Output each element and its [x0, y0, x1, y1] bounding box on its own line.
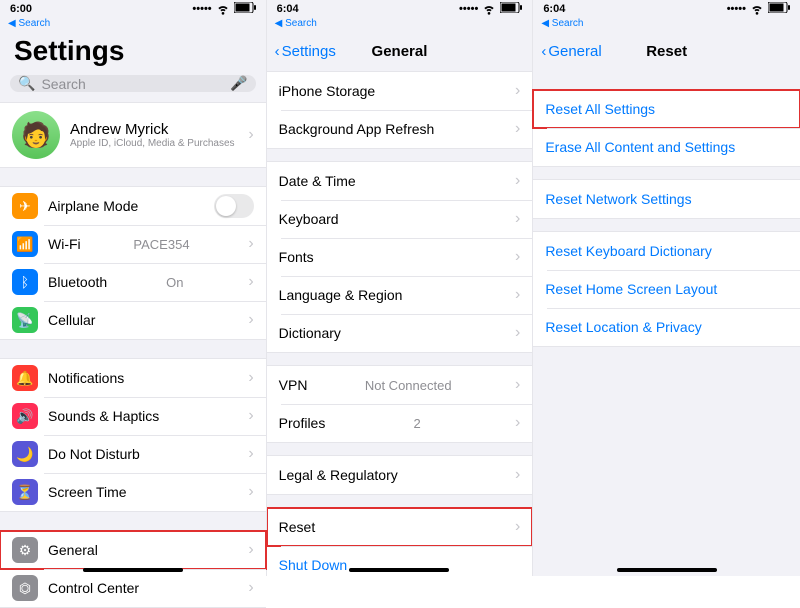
dnd-icon: 🌙	[12, 441, 38, 467]
date-time-row[interactable]: Date & Time›	[267, 162, 533, 200]
chevron-right-icon: ›	[509, 210, 520, 228]
nav-title: Reset	[533, 43, 800, 60]
nav-bar: ‹Settings General	[267, 31, 533, 71]
page-title: Settings	[0, 31, 266, 75]
cellular-row[interactable]: 📡 Cellular ›	[0, 301, 266, 339]
bluetooth-row[interactable]: ᛒ Bluetooth On ›	[0, 263, 266, 301]
signal-icon: •••••	[727, 3, 746, 15]
sounds-row[interactable]: 🔊 Sounds & Haptics ›	[0, 397, 266, 435]
chevron-right-icon: ›	[242, 407, 253, 425]
chevron-right-icon: ›	[509, 82, 520, 100]
battery-icon	[500, 2, 522, 16]
home-indicator[interactable]	[349, 568, 449, 572]
battery-icon	[234, 2, 256, 16]
general-screen: 6:04 ••••• ◀ Search ‹Settings General iP…	[267, 0, 534, 576]
chevron-right-icon: ›	[509, 324, 520, 342]
bluetooth-icon: ᛒ	[12, 269, 38, 295]
notifications-group: 🔔 Notifications › 🔊 Sounds & Haptics › 🌙…	[0, 358, 266, 512]
connectivity-group: ✈ Airplane Mode 📶 Wi-Fi PACE354 › ᛒ Blue…	[0, 186, 266, 340]
profile-sub: Apple ID, iCloud, Media & Purchases	[70, 138, 235, 149]
home-indicator[interactable]	[83, 568, 183, 572]
status-bar: 6:04 •••••	[533, 0, 800, 18]
sounds-icon: 🔊	[12, 403, 38, 429]
nav-title: General	[267, 43, 533, 60]
chevron-right-icon: ›	[509, 466, 520, 484]
background-refresh-row[interactable]: Background App Refresh›	[267, 110, 533, 148]
control-center-icon: ⏣	[12, 575, 38, 601]
profile-group: 🧑 Andrew Myrick Apple ID, iCloud, Media …	[0, 102, 266, 168]
battery-icon	[768, 2, 790, 16]
gear-icon: ⚙	[12, 537, 38, 563]
language-region-row[interactable]: Language & Region›	[267, 276, 533, 314]
dnd-row[interactable]: 🌙 Do Not Disturb ›	[0, 435, 266, 473]
breadcrumb[interactable]: ◀ Search	[267, 18, 533, 31]
chevron-right-icon: ›	[509, 120, 520, 138]
reset-row[interactable]: Reset›	[267, 508, 533, 546]
search-icon: 🔍	[18, 75, 35, 92]
profile-name: Andrew Myrick	[70, 121, 235, 138]
notifications-icon: 🔔	[12, 365, 38, 391]
chevron-right-icon: ›	[509, 518, 520, 536]
cellular-icon: 📡	[12, 307, 38, 333]
avatar: 🧑	[12, 111, 60, 159]
search-input[interactable]: 🔍 Search 🎤	[10, 75, 256, 92]
screentime-icon: ⏳	[12, 479, 38, 505]
control-center-row[interactable]: ⏣ Control Center ›	[0, 569, 266, 607]
profiles-row[interactable]: Profiles2›	[267, 404, 533, 442]
settings-root-screen: 6:00 ••••• ◀ Search Settings 🔍 Search 🎤 …	[0, 0, 267, 576]
iphone-storage-row[interactable]: iPhone Storage›	[267, 72, 533, 110]
breadcrumb[interactable]: ◀ Search	[0, 18, 266, 31]
airplane-toggle[interactable]	[214, 194, 254, 218]
fonts-row[interactable]: Fonts›	[267, 238, 533, 276]
signal-icon: •••••	[459, 3, 478, 15]
wifi-icon	[481, 0, 497, 19]
wifi-icon	[215, 0, 231, 19]
status-bar: 6:00 •••••	[0, 0, 266, 18]
chevron-right-icon: ›	[509, 172, 520, 190]
mic-icon[interactable]: 🎤	[230, 75, 247, 92]
home-indicator[interactable]	[617, 568, 717, 572]
reset-home-row[interactable]: Reset Home Screen Layout	[533, 270, 800, 308]
apple-id-row[interactable]: 🧑 Andrew Myrick Apple ID, iCloud, Media …	[0, 103, 266, 167]
nav-bar: ‹General Reset	[533, 31, 800, 71]
chevron-right-icon: ›	[509, 414, 520, 432]
chevron-right-icon: ›	[242, 445, 253, 463]
status-time: 6:04	[543, 3, 565, 15]
dictionary-row[interactable]: Dictionary›	[267, 314, 533, 352]
screentime-row[interactable]: ⏳ Screen Time ›	[0, 473, 266, 511]
signal-icon: •••••	[192, 3, 211, 15]
wifi-row[interactable]: 📶 Wi-Fi PACE354 ›	[0, 225, 266, 263]
legal-row[interactable]: Legal & Regulatory›	[267, 456, 533, 494]
status-time: 6:00	[10, 3, 32, 15]
status-time: 6:04	[277, 3, 299, 15]
general-row[interactable]: ⚙ General ›	[0, 531, 266, 569]
chevron-right-icon: ›	[242, 311, 253, 329]
wifi-icon	[749, 0, 765, 19]
vpn-row[interactable]: VPNNot Connected›	[267, 366, 533, 404]
reset-keyboard-row[interactable]: Reset Keyboard Dictionary	[533, 232, 800, 270]
chevron-right-icon: ›	[509, 376, 520, 394]
erase-all-row[interactable]: Erase All Content and Settings	[533, 128, 800, 166]
airplane-mode-row[interactable]: ✈ Airplane Mode	[0, 187, 266, 225]
reset-screen: 6:04 ••••• ◀ Search ‹General Reset Reset…	[533, 0, 800, 576]
keyboard-row[interactable]: Keyboard›	[267, 200, 533, 238]
chevron-right-icon: ›	[242, 579, 253, 597]
reset-location-row[interactable]: Reset Location & Privacy	[533, 308, 800, 346]
chevron-right-icon: ›	[242, 483, 253, 501]
wifi-icon: 📶	[12, 231, 38, 257]
reset-all-settings-row[interactable]: Reset All Settings	[533, 90, 800, 128]
breadcrumb[interactable]: ◀ Search	[533, 18, 800, 31]
chevron-right-icon: ›	[242, 541, 253, 559]
chevron-right-icon: ›	[509, 286, 520, 304]
airplane-icon: ✈	[12, 193, 38, 219]
chevron-right-icon: ›	[509, 248, 520, 266]
chevron-right-icon: ›	[242, 235, 253, 253]
chevron-right-icon: ›	[242, 369, 253, 387]
chevron-right-icon: ›	[242, 126, 253, 144]
notifications-row[interactable]: 🔔 Notifications ›	[0, 359, 266, 397]
status-bar: 6:04 •••••	[267, 0, 533, 18]
chevron-right-icon: ›	[242, 273, 253, 291]
reset-network-row[interactable]: Reset Network Settings	[533, 180, 800, 218]
